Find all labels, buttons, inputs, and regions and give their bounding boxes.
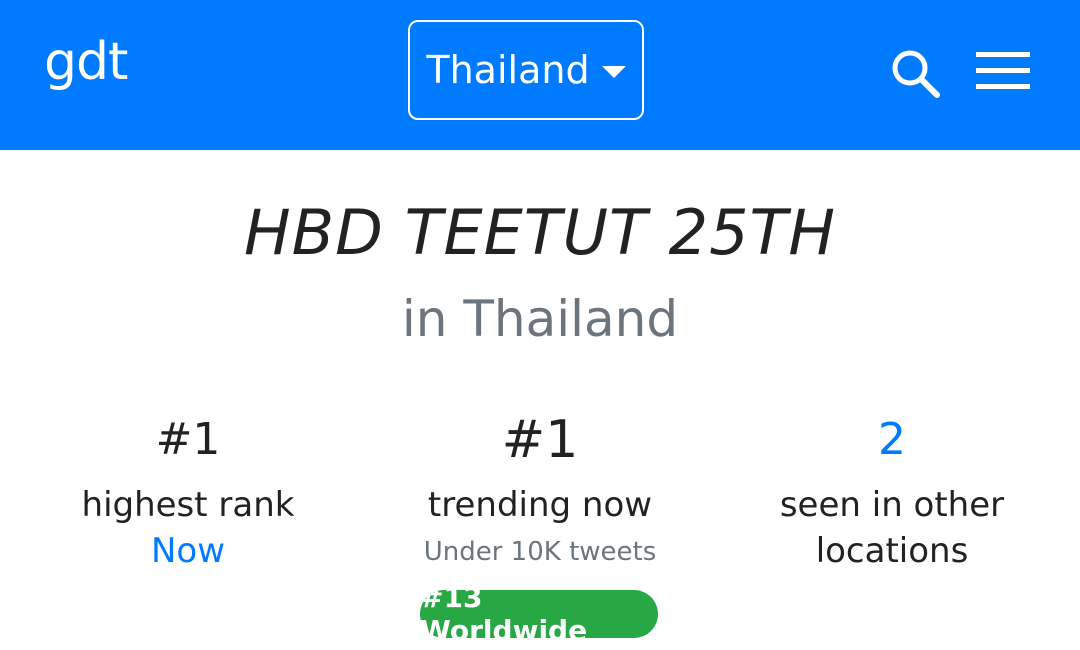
country-select-label: Thailand	[426, 48, 590, 92]
worldwide-rank-badge[interactable]: #13 Worldwide	[420, 581, 658, 647]
logo[interactable]: gdt	[44, 32, 128, 92]
caret-down-icon	[601, 66, 626, 78]
highest-rank-stat: #1 highest rank Now	[8, 410, 368, 574]
hamburger-menu-icon[interactable]	[976, 50, 1030, 92]
highest-rank-time: Now	[150, 531, 226, 571]
other-locations-label-2: locations	[815, 531, 969, 571]
trending-now-stat: #1 trending now Under 10K tweets	[360, 410, 720, 572]
tweet-volume: Under 10K tweets	[423, 537, 657, 567]
trending-now-label: trending now	[427, 485, 653, 525]
other-locations-count[interactable]: 2	[712, 410, 1072, 470]
trend-location: in Thailand	[401, 290, 679, 348]
trend-title: HBD TEETUT 25TH	[243, 196, 837, 269]
highest-rank-label: highest rank	[81, 485, 295, 525]
other-locations-stat[interactable]: 2 seen in other locations	[712, 410, 1072, 574]
highest-rank-value: #1	[155, 414, 221, 465]
top-navbar: gdt Thailand	[0, 0, 1080, 150]
other-locations-label-1: seen in other	[779, 485, 1005, 525]
search-icon[interactable]	[888, 46, 942, 100]
trending-now-value: #1	[501, 410, 579, 470]
country-select-button[interactable]: Thailand	[408, 20, 644, 120]
